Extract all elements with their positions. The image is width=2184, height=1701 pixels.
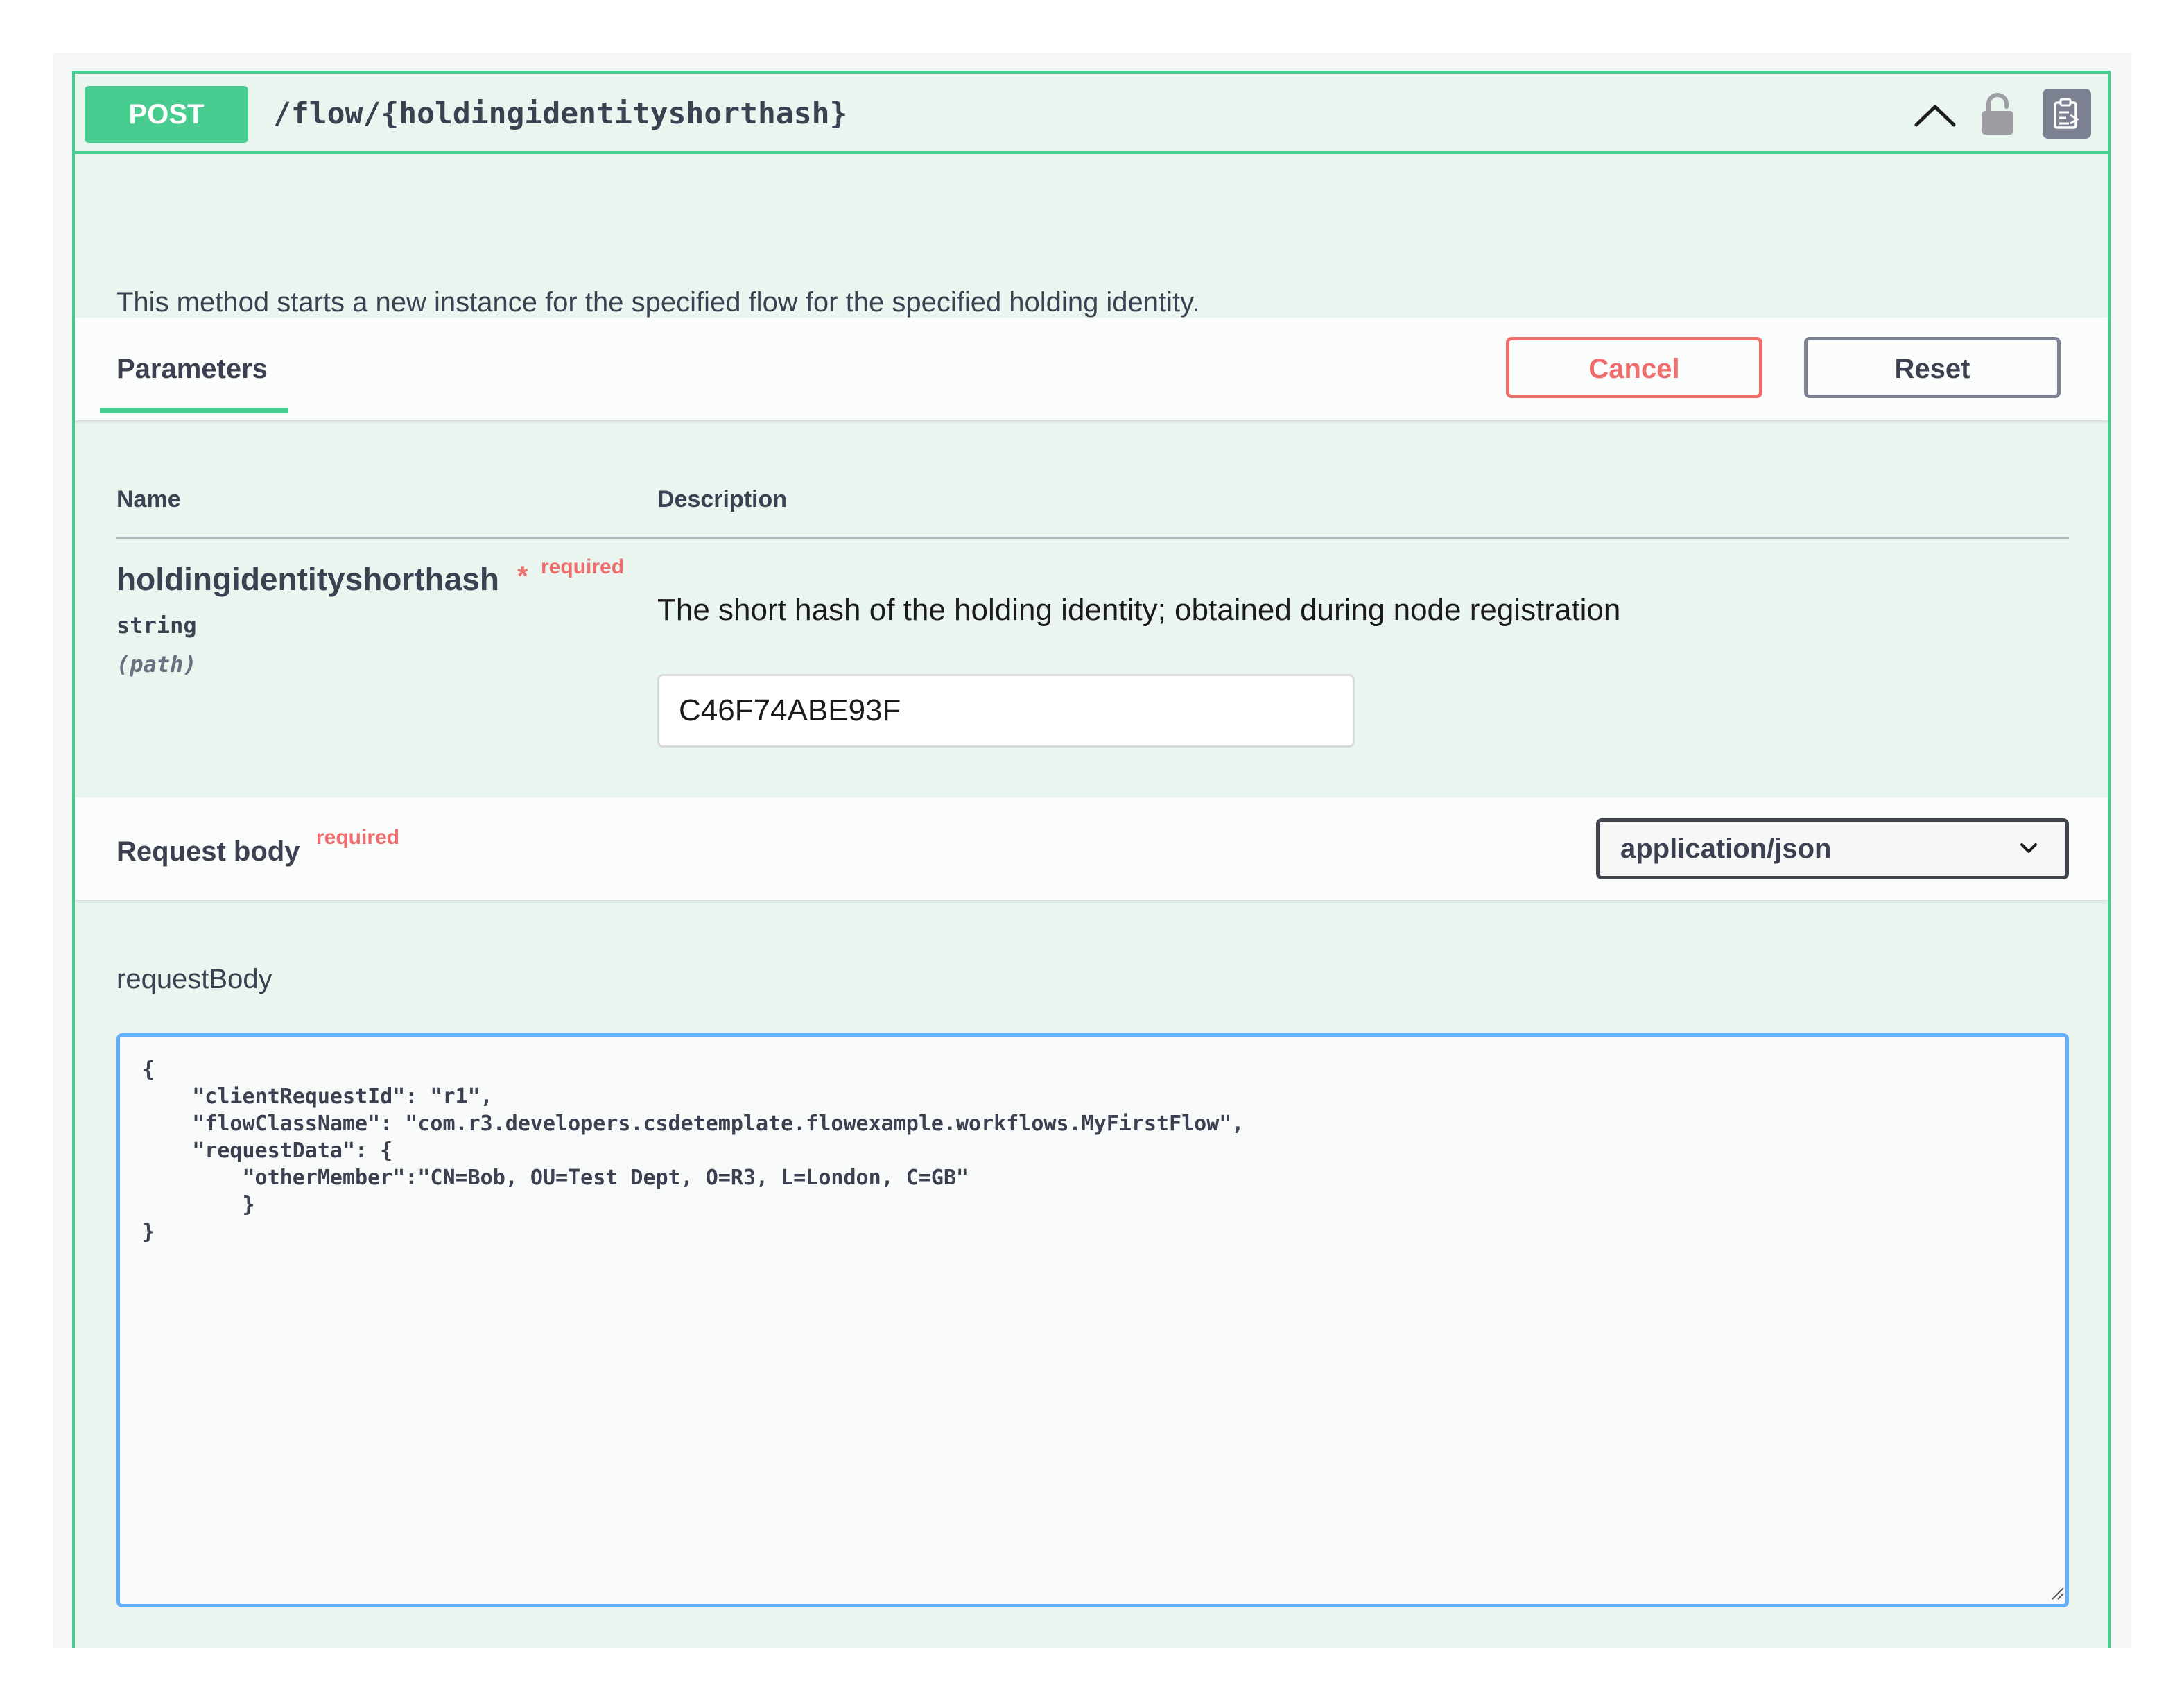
content-type-value: application/json (1620, 834, 1832, 864)
parameter-description: The short hash of the holding identity; … (657, 593, 1621, 627)
request-body-editor[interactable]: { "clientRequestId": "r1", "flowClassNam… (116, 1033, 2069, 1607)
operation-summary[interactable]: POST /flow/{holdingidentityshorthash} (75, 74, 2108, 154)
reset-button[interactable]: Reset (1804, 337, 2061, 398)
copy-button[interactable] (2043, 89, 2091, 139)
parameter-location: (path) (116, 651, 197, 677)
operation-block: POST /flow/{holdingidentityshorthash} Th… (72, 71, 2111, 1648)
request-body-header: Request body required application/json (75, 797, 2108, 900)
resize-handle-icon[interactable] (2049, 1585, 2065, 1600)
required-star: * (517, 561, 528, 592)
tab-parameters[interactable]: Parameters (116, 349, 268, 388)
chevron-down-icon (2020, 843, 2037, 853)
operation-path: /flow/{holdingidentityshorthash} (273, 96, 848, 131)
request-body-title: Request body (116, 836, 300, 867)
tab-active-indicator (100, 408, 288, 413)
lock-icon[interactable] (1979, 92, 2016, 137)
content-type-select[interactable]: application/json (1596, 818, 2069, 879)
method-badge: POST (85, 86, 248, 143)
table-divider (116, 537, 2069, 539)
parameters-header: Parameters Cancel Reset (75, 318, 2108, 420)
column-header-description: Description (657, 486, 788, 512)
column-header-name: Name (116, 486, 181, 512)
holdingidentityshorthash-input[interactable] (657, 674, 1355, 748)
parameter-name: holdingidentityshorthash (116, 561, 499, 597)
request-body-label: requestBody (116, 964, 272, 994)
cancel-button[interactable]: Cancel (1506, 337, 1762, 398)
required-label: required (541, 555, 625, 578)
chevron-up-icon[interactable] (1912, 98, 1958, 130)
request-body-required-label: required (316, 826, 400, 849)
parameter-type: string (116, 612, 197, 639)
operation-description: This method starts a new instance for th… (116, 287, 1200, 318)
copy-icon (2054, 98, 2079, 129)
